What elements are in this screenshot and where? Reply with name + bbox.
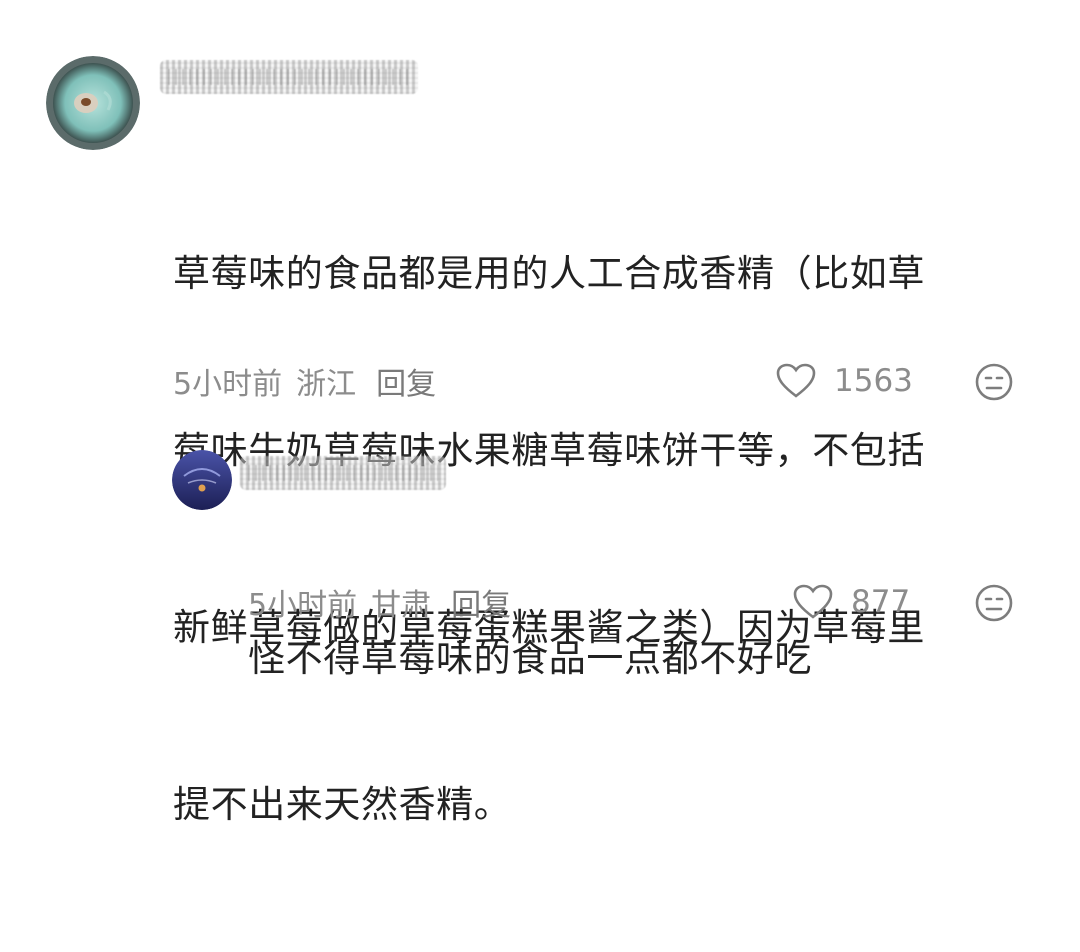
- avatar[interactable]: [172, 450, 232, 510]
- location: 浙江: [296, 367, 357, 402]
- meh-face-icon[interactable]: [974, 362, 1014, 402]
- location: 甘肃: [371, 588, 432, 623]
- timestamp: 5小时前: [173, 367, 283, 402]
- meh-face-icon[interactable]: [974, 583, 1014, 623]
- comment-line: 怪不得草莓味的食品一点都不好吃: [248, 637, 812, 680]
- heart-icon: [776, 363, 816, 398]
- avatar-image: [172, 450, 232, 510]
- avatar-image: [46, 56, 140, 150]
- like-button[interactable]: 877: [793, 582, 910, 622]
- comment-meta: 5小时前 甘肃 回复: [248, 580, 525, 624]
- comment-line: 草莓味的食品都是用的人工合成香精（比如草: [173, 252, 925, 295]
- like-count: 1563: [834, 363, 913, 399]
- heart-icon: [793, 584, 833, 619]
- timestamp: 5小时前: [248, 588, 358, 623]
- reply-button[interactable]: 回复: [376, 359, 436, 403]
- comment-meta: 5小时前 浙江 回复: [173, 359, 450, 403]
- username-blurred[interactable]: [240, 456, 446, 490]
- comment-text: 怪不得草莓味的食品一点都不好吃: [248, 511, 1028, 806]
- reply-button[interactable]: 回复: [451, 580, 511, 624]
- avatar[interactable]: [46, 56, 140, 150]
- like-count: 877: [851, 584, 911, 620]
- username-blurred[interactable]: [160, 60, 418, 94]
- like-button[interactable]: 1563: [776, 361, 913, 401]
